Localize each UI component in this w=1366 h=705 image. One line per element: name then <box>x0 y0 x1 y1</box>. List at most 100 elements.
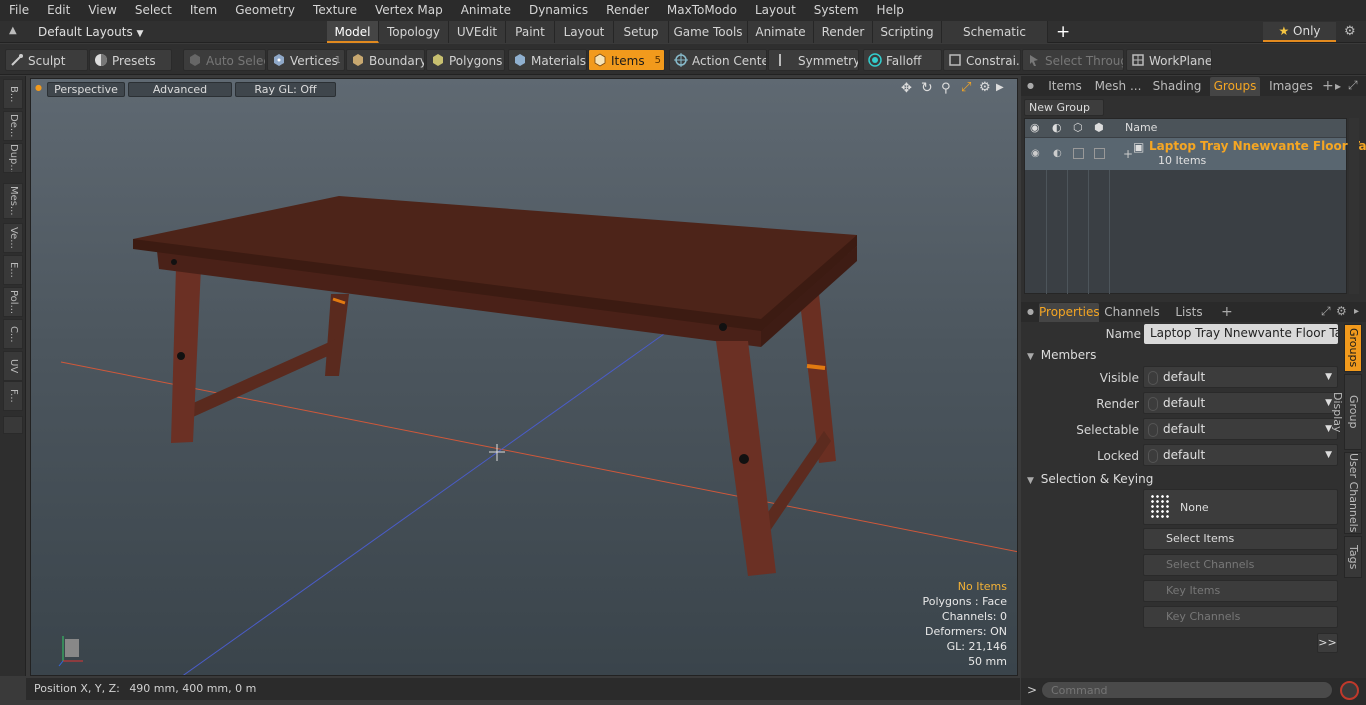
visible-dropdown[interactable]: default ▼ <box>1143 366 1338 388</box>
more-button[interactable]: >> <box>1317 633 1338 653</box>
select-icon[interactable]: ⬢ <box>1094 121 1104 135</box>
properties-popout-icon[interactable]: ⤢ <box>1321 304 1331 318</box>
tab-model[interactable]: Model <box>327 21 379 43</box>
selection-keying-section-header[interactable]: ▼ Selection & Keying <box>1027 472 1153 486</box>
select-through-button[interactable]: Select Through <box>1022 49 1124 71</box>
menu-dynamics[interactable]: Dynamics <box>520 0 597 21</box>
tab-render[interactable]: Render <box>814 21 873 43</box>
command-input[interactable] <box>1041 681 1333 699</box>
panel-expand-icon[interactable]: ▸ <box>1335 79 1341 93</box>
tab-animate[interactable]: Animate <box>748 21 814 43</box>
key-items-button[interactable]: Key Items <box>1143 580 1338 602</box>
3d-viewport[interactable]: ● Perspective Advanced Ray GL: Off ✥ ↻ ⚲… <box>30 78 1018 676</box>
sculpt-button[interactable]: Sculpt <box>5 49 88 71</box>
constraints-button[interactable]: Constrai... <box>943 49 1021 71</box>
add-panel-tab-icon[interactable]: + <box>1322 79 1334 93</box>
none-button[interactable]: None <box>1143 489 1338 525</box>
tab-groups[interactable]: Groups <box>1210 77 1260 96</box>
only-toggle[interactable]: ★ Only <box>1263 22 1336 42</box>
presets-button[interactable]: Presets <box>89 49 172 71</box>
layout-arrow-icon[interactable]: ▲ <box>9 25 17 36</box>
tab-game-tools[interactable]: Game Tools <box>669 21 748 43</box>
side-tab-tags[interactable]: Tags <box>1344 536 1362 578</box>
menu-help[interactable]: Help <box>868 0 913 21</box>
items-button[interactable]: Items 5 <box>588 49 665 71</box>
menu-edit[interactable]: Edit <box>38 0 79 21</box>
left-tab-9[interactable]: F... <box>3 381 23 411</box>
menu-texture[interactable]: Texture <box>304 0 366 21</box>
select-items-button[interactable]: Select Items <box>1143 528 1338 550</box>
side-tab-groups[interactable]: Groups <box>1344 324 1362 372</box>
menu-file[interactable]: File <box>0 0 38 21</box>
tab-images[interactable]: Images <box>1265 77 1317 96</box>
menu-item[interactable]: Item <box>181 0 226 21</box>
left-tab-5[interactable]: E... <box>3 255 23 285</box>
boundary-button[interactable]: Boundary <box>346 49 425 71</box>
left-tab-2[interactable]: Dup... <box>3 143 23 173</box>
settings-gear-icon[interactable]: ⚙ <box>1344 24 1356 39</box>
key-channels-button[interactable]: Key Channels <box>1143 606 1338 628</box>
add-properties-tab-icon[interactable]: + <box>1221 305 1233 319</box>
properties-settings-icon[interactable]: ⚙ <box>1336 304 1347 318</box>
action-center-button[interactable]: Action Center <box>669 49 767 71</box>
group-name[interactable]: Laptop Tray Nnewvante Floor Ta... <box>1149 139 1366 153</box>
side-tab-group-display[interactable]: Group Display <box>1331 374 1362 450</box>
tab-layout[interactable]: Layout <box>555 21 614 43</box>
panel-grip-icon[interactable]: ● <box>1027 79 1034 93</box>
menu-select[interactable]: Select <box>126 0 181 21</box>
menu-render[interactable]: Render <box>597 0 658 21</box>
tab-lists[interactable]: Lists <box>1165 303 1213 322</box>
render-icon[interactable]: ◐ <box>1052 121 1062 135</box>
symmetry-button[interactable]: Symmetry <box>768 49 859 71</box>
tab-channels[interactable]: Channels <box>1103 303 1161 322</box>
tab-topology[interactable]: Topology <box>379 21 449 43</box>
tab-items[interactable]: Items <box>1041 77 1089 96</box>
left-tab-8[interactable]: UV <box>3 351 23 381</box>
left-tab-1[interactable]: De... <box>3 111 23 141</box>
add-tab-icon[interactable]: + <box>1056 21 1070 43</box>
panel-popout-icon[interactable]: ⤢ <box>1348 78 1358 92</box>
menu-animate[interactable]: Animate <box>452 0 520 21</box>
tab-setup[interactable]: Setup <box>614 21 669 43</box>
auto-select-button[interactable]: Auto Select <box>183 49 266 71</box>
tab-shading[interactable]: Shading <box>1148 77 1206 96</box>
left-tab-6[interactable]: Pol... <box>3 287 23 317</box>
tab-paint[interactable]: Paint <box>506 21 555 43</box>
render-dropdown[interactable]: default▼ <box>1143 392 1338 414</box>
row-render-icon[interactable]: ◐ <box>1053 147 1062 161</box>
lock-icon[interactable]: ⬡ <box>1073 121 1083 135</box>
left-tab-0[interactable]: B... <box>3 79 23 109</box>
groups-scrollbar[interactable] <box>1349 118 1359 294</box>
visibility-eye-icon[interactable]: ◉ <box>1030 121 1040 135</box>
tab-properties[interactable]: Properties <box>1039 303 1100 322</box>
select-channels-button[interactable]: Select Channels <box>1143 554 1338 576</box>
left-tab-7[interactable]: C... <box>3 319 23 349</box>
row-select-checkbox[interactable] <box>1094 148 1105 159</box>
tab-mesh[interactable]: Mesh ... <box>1091 77 1145 96</box>
record-icon[interactable] <box>1340 681 1359 700</box>
menu-view[interactable]: View <box>79 0 125 21</box>
group-row[interactable]: ◉ ◐ + ▣ Laptop Tray Nnewvante Floor Ta..… <box>1025 138 1366 170</box>
members-section-header[interactable]: ▼ Members <box>1027 348 1096 362</box>
polygons-button[interactable]: Polygons <box>426 49 505 71</box>
new-group-button[interactable]: New Group <box>1024 99 1104 116</box>
name-field[interactable]: Laptop Tray Nnewvante Floor Table D <box>1144 324 1338 344</box>
expand-plus-icon[interactable]: + <box>1123 147 1133 161</box>
layout-selector[interactable]: Default Layouts ▼ <box>38 21 143 45</box>
materials-button[interactable]: Materials <box>508 49 587 71</box>
menu-maxtomodo[interactable]: MaxToModo <box>658 0 746 21</box>
selectable-dropdown[interactable]: default▼ <box>1143 418 1338 440</box>
row-lock-checkbox[interactable] <box>1073 148 1084 159</box>
falloff-button[interactable]: Falloff <box>863 49 942 71</box>
left-tab-toggle[interactable] <box>3 416 23 434</box>
locked-dropdown[interactable]: default ▼ <box>1143 444 1338 466</box>
properties-grip-icon[interactable]: ● <box>1027 305 1034 319</box>
vertices-button[interactable]: Vertices 1 <box>267 49 345 71</box>
menu-vertex-map[interactable]: Vertex Map <box>366 0 452 21</box>
workplane-button[interactable]: WorkPlane <box>1126 49 1212 71</box>
left-tab-4[interactable]: Ve... <box>3 223 23 253</box>
row-visibility-icon[interactable]: ◉ <box>1031 147 1040 161</box>
side-tab-user-channels[interactable]: User Channels <box>1344 452 1362 534</box>
tab-schematic-fusion[interactable]: Schematic Fusion <box>942 21 1048 61</box>
left-tab-3[interactable]: Mes... <box>3 183 23 219</box>
